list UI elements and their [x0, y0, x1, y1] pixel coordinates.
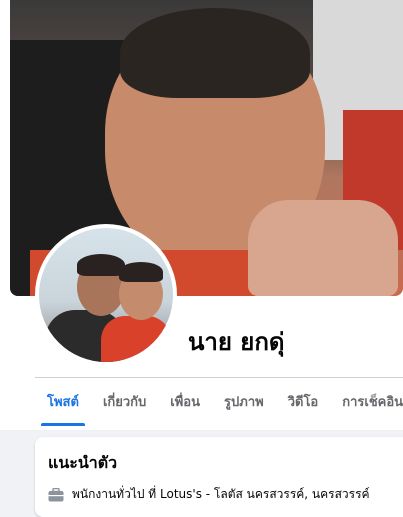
cover-photo-hair — [120, 8, 310, 98]
avatar-photo — [39, 228, 173, 362]
tab-checkins[interactable]: การเช็คอิน — [330, 378, 403, 426]
cover-photo-hand — [248, 200, 398, 296]
avatar-child-body — [101, 316, 171, 362]
tab-videos[interactable]: วิดีโอ — [276, 378, 331, 426]
avatar-child-hair — [119, 262, 163, 282]
tab-friends[interactable]: เพื่อน — [158, 378, 212, 426]
profile-avatar[interactable] — [35, 224, 177, 366]
avatar-man-hair — [77, 254, 125, 276]
intro-title: แนะนำตัว — [48, 453, 118, 472]
profile-name: นาย ยกดุ่ — [188, 328, 285, 356]
tab-photos[interactable]: รูปภาพ — [212, 378, 276, 426]
intro-card: แนะนำตัว พนักงานทั่วไป ที่ Lotus's - โลต… — [35, 437, 403, 517]
tab-posts[interactable]: โพสต์ — [35, 378, 91, 426]
tab-about[interactable]: เกี่ยวกับ — [91, 378, 158, 426]
intro-item-text: พนักงานทั่วไป ที่ Lotus's - โลตัส นครสวร… — [72, 487, 370, 501]
briefcase-icon — [48, 487, 64, 501]
profile-tabs: โพสต์ เกี่ยวกับ เพื่อน รูปภาพ วิดีโอ การเช็คอ… — [35, 378, 403, 426]
intro-item-work: พนักงานทั่วไป ที่ Lotus's - โลตัส นครสวร… — [48, 484, 370, 504]
